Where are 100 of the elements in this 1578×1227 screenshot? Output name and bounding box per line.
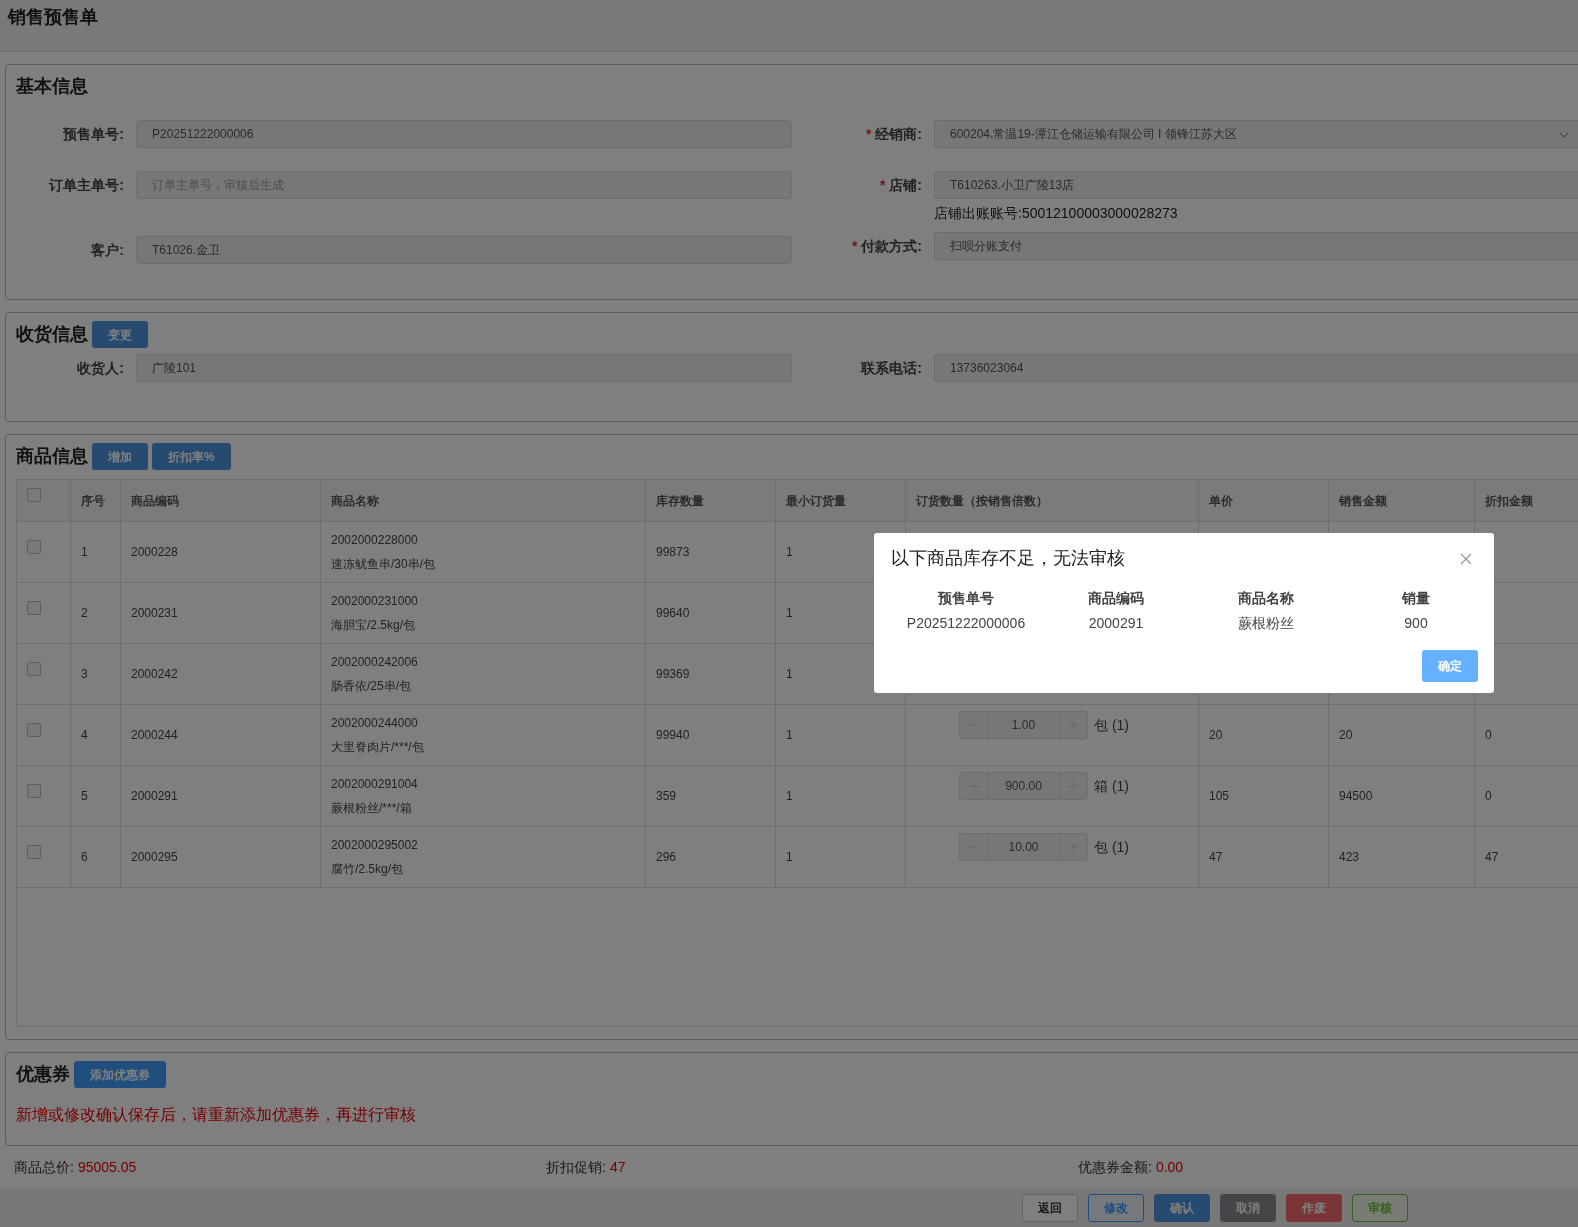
column-header: 商品名称 <box>331 492 379 510</box>
page-title: 销售预售单 <box>8 7 98 27</box>
table-cell-text: 1 <box>786 666 793 683</box>
table-cell-text: 99369 <box>656 666 690 683</box>
checkbox[interactable] <box>27 540 41 554</box>
table-cell-text: 900 <box>1404 614 1428 633</box>
table-cell-text: 2000291 <box>131 788 178 805</box>
column-header: 最小订货量 <box>786 492 846 510</box>
table-cell-text: 20 <box>1209 727 1223 744</box>
quantity-stepper[interactable]: 10.00 <box>959 833 1088 861</box>
button[interactable]: 增加 <box>92 443 148 470</box>
table-cell-text: 1 <box>81 544 88 561</box>
section-title: 商品信息 <box>16 445 88 468</box>
column-header: 订货数量（按销售倍数） <box>916 492 1048 510</box>
action-button[interactable]: 返回 <box>1022 1194 1078 1222</box>
section-title: 优惠券 <box>16 1063 70 1086</box>
total-label: 折扣促销: <box>546 1157 606 1177</box>
table-cell-text: 2 <box>81 605 88 622</box>
close-button[interactable] <box>1460 551 1474 566</box>
total-label: 优惠券金额: <box>1078 1157 1152 1177</box>
button[interactable]: 添加优惠券 <box>74 1061 166 1088</box>
checkbox[interactable] <box>27 488 41 502</box>
table-cell-text: 2002000291004 <box>331 776 419 793</box>
table-cell-text: 99873 <box>656 544 690 561</box>
required-mark: * <box>879 175 886 195</box>
action-button[interactable]: 确认 <box>1154 1194 1210 1222</box>
section-title: 基本信息 <box>16 76 88 96</box>
table-cell-text: 47 <box>1209 849 1223 866</box>
required-mark: * <box>851 236 858 256</box>
table-cell-text: 1 <box>786 849 793 866</box>
input-field[interactable]: T610263.小卫广陵13店 <box>934 171 1578 199</box>
table-cell-text: 肠香依/25串/包 <box>331 678 412 695</box>
column-header: 商品编码 <box>1088 589 1144 608</box>
table-cell-text: 1 <box>786 727 793 744</box>
input-field[interactable]: 扫呗分账支付 <box>934 232 1578 260</box>
field-label: 客户: <box>91 240 124 260</box>
button[interactable]: 变更 <box>92 321 148 348</box>
table-cell-text: 423 <box>1339 849 1360 866</box>
table-cell-text: 5 <box>81 788 88 805</box>
input-field[interactable]: P20251222000006 <box>136 120 792 148</box>
warning-text: 新增或修改确认保存后，请重新添加优惠券，再进行审核 <box>16 1105 417 1125</box>
table-cell-text: 腐竹/2.5kg/包 <box>331 861 405 878</box>
required-mark: * <box>865 124 872 144</box>
table-cell-text: 105 <box>1209 788 1230 805</box>
table-cell-text: 6 <box>81 849 88 866</box>
column-header: 单价 <box>1209 492 1233 510</box>
checkbox[interactable] <box>27 784 41 798</box>
input-field[interactable]: 13736023064 <box>934 354 1578 382</box>
column-header: 库存数量 <box>656 492 704 510</box>
column-header: 预售单号 <box>938 589 994 608</box>
field-label: 店铺: <box>889 175 922 195</box>
column-header: 商品编码 <box>131 492 179 510</box>
table-cell-text: 99640 <box>656 605 690 622</box>
table-cell-text: 1 <box>786 788 793 805</box>
table-cell-text: 2002000295002 <box>331 837 419 854</box>
total-value: 95005.05 <box>77 1157 137 1177</box>
table-cell-text: 2000231 <box>131 605 178 622</box>
table-cell-text: 99940 <box>656 727 690 744</box>
checkbox[interactable] <box>27 662 41 676</box>
table-cell-text: 2002000228000 <box>331 532 419 549</box>
input-field[interactable]: 600204.常温19-潭江仓储运输有限公司 I 领锋江苏大区 <box>934 120 1578 148</box>
account-number: 店铺出账账号:50012100003000028273 <box>934 204 1179 223</box>
checkbox[interactable] <box>27 845 41 859</box>
button[interactable]: 折扣率% <box>152 443 231 470</box>
field-label: 联系电话: <box>861 358 922 378</box>
table-cell-text: 蕨根粉丝/***/箱 <box>331 800 413 817</box>
action-button[interactable]: 修改 <box>1088 1194 1144 1222</box>
checkbox[interactable] <box>27 723 41 737</box>
table-cell-text: 速冻鱿鱼串/30串/包 <box>331 556 436 573</box>
field-label: 预售单号: <box>63 124 124 144</box>
quantity-stepper[interactable]: 1.00 <box>959 711 1088 739</box>
input-field[interactable]: 广陵101 <box>136 354 792 382</box>
input-field[interactable]: T61026.金卫 <box>136 236 792 264</box>
table-cell-text: 2002000244000 <box>331 715 419 732</box>
column-header: 销量 <box>1402 589 1430 608</box>
unit-label: 箱 (1) <box>1094 777 1129 796</box>
action-button[interactable]: 审核 <box>1352 1194 1408 1222</box>
total-label: 商品总价: <box>14 1157 74 1177</box>
column-header: 折扣金额 <box>1485 492 1533 510</box>
table-cell-text: 2000244 <box>131 727 178 744</box>
action-button[interactable]: 作废 <box>1286 1194 1342 1222</box>
dialog-title: 以下商品库存不足，无法审核 <box>891 547 1125 570</box>
table-cell-text: 蕨根粉丝 <box>1238 614 1294 633</box>
column-header: 序号 <box>81 492 105 510</box>
table-cell-text: 1 <box>786 605 793 622</box>
column-header: 商品名称 <box>1238 589 1294 608</box>
field-label: 付款方式: <box>861 236 922 256</box>
table-cell-text: 0 <box>1485 727 1492 744</box>
table-cell-text: 2000295 <box>131 849 178 866</box>
field-label: 经销商: <box>875 124 922 144</box>
checkbox[interactable] <box>27 601 41 615</box>
field-label: 收货人: <box>77 358 124 378</box>
table-cell-text: 94500 <box>1339 788 1373 805</box>
confirm-button[interactable]: 确定 <box>1422 650 1478 682</box>
column-header: 销售金额 <box>1339 492 1387 510</box>
table-cell-text: 4 <box>81 727 88 744</box>
quantity-stepper[interactable]: 900.00 <box>959 772 1088 800</box>
total-value: 0.00 <box>1155 1157 1184 1177</box>
table-cell-text: 2002000242006 <box>331 654 419 671</box>
table-cell-text: 296 <box>656 849 677 866</box>
